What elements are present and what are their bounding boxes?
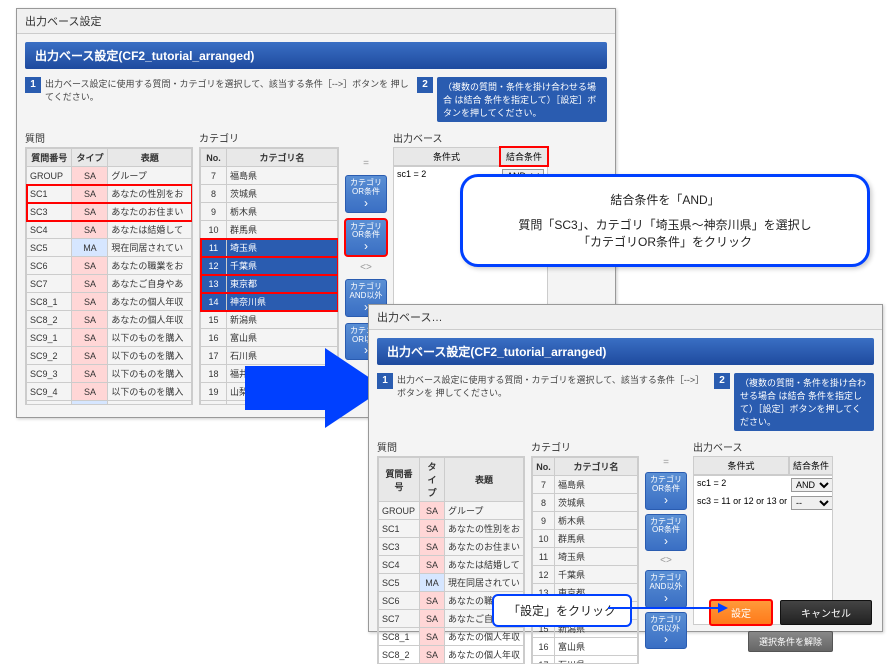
equals-icon: =	[645, 457, 687, 468]
table-row[interactable]: SC8_2SAあなたの個人年収	[379, 646, 524, 664]
table-row[interactable]: 8茨城県	[533, 494, 638, 512]
table-row[interactable]: GROUPSAグループ	[379, 502, 524, 520]
table-row[interactable]: SC5MA現在同居されてい	[379, 574, 524, 592]
table-row[interactable]: 8茨城県	[201, 185, 338, 203]
window-title-2: 出力ベース…	[369, 305, 882, 330]
join-select[interactable]: --	[791, 496, 832, 510]
action-button-column-2: = カテゴリ OR条件› カテゴリ OR条件› <> カテゴリ AND以外› カ…	[645, 437, 687, 664]
table-row[interactable]: 10群馬県	[533, 530, 638, 548]
step-2-badge: 2	[714, 373, 730, 389]
table-row[interactable]: 9栃木県	[201, 203, 338, 221]
window-title: 出力ベース設定	[17, 9, 615, 34]
table-row[interactable]: SC9_2SA以下のものを購入	[27, 347, 192, 365]
dialog-header-2: 出力ベース設定(CF2_tutorial_arranged)	[377, 338, 874, 365]
table-row[interactable]: SC3SAあなたのお住まい	[379, 538, 524, 556]
annotation-callout-1: 結合条件を「AND」 質問「SC3」、カテゴリ「埼玉県～神奈川県」を選択し 「カ…	[460, 174, 870, 267]
step-1-badge: 1	[377, 373, 393, 389]
cancel-button[interactable]: キャンセル	[780, 600, 872, 625]
not-equals-icon: <>	[645, 555, 687, 566]
table-row[interactable]: GROUPSAグループ	[27, 167, 192, 185]
not-equals-icon: <>	[345, 262, 387, 273]
callout-arrow-icon	[608, 600, 728, 620]
category-or-button[interactable]: カテゴリ OR条件›	[645, 472, 687, 510]
instruction-2: （複数の質問・条件を掛け合わせる場合 は結合 条件を指定して）［設定］ボタンを押…	[437, 77, 607, 122]
equals-icon: =	[345, 158, 387, 169]
table-row[interactable]: SC1SAあなたの性別をお	[27, 185, 192, 203]
table-row[interactable]: 17石川県	[533, 656, 638, 664]
clear-conditions-button[interactable]: 選択条件を解除	[748, 631, 833, 652]
question-table-2[interactable]: 質問番号タイプ表題 GROUPSAグループSC1SAあなたの性別をおSC3SAあ…	[378, 457, 524, 664]
question-table[interactable]: 質問番号タイプ表題 GROUPSAグループSC1SAあなたの性別をおSC3SAあ…	[26, 148, 192, 405]
output-base-label: 出力ベース	[393, 130, 548, 145]
table-row[interactable]: SC6SAあなたの職業をお	[27, 257, 192, 275]
table-row[interactable]: SC4SAあなたは結婚して	[379, 556, 524, 574]
table-row[interactable]: 10群馬県	[201, 221, 338, 239]
table-row[interactable]: 11埼玉県	[533, 548, 638, 566]
table-row[interactable]: 12千葉県	[201, 257, 338, 275]
table-row[interactable]: SC5MA現在同居されてい	[27, 239, 192, 257]
category-table-2[interactable]: No.カテゴリ名 7福島県8茨城県9栃木県10群馬県11埼玉県12千葉県13東京…	[532, 457, 638, 664]
table-row[interactable]: 13東京都	[201, 275, 338, 293]
table-row[interactable]: 11埼玉県	[201, 239, 338, 257]
table-row[interactable]: SC8_1SAあなたの個人年収	[379, 628, 524, 646]
big-arrow-icon	[245, 348, 385, 428]
table-row[interactable]: 9栃木県	[533, 512, 638, 530]
table-row[interactable]: SC3SAあなたのお住まい	[27, 203, 192, 221]
instruction-1: 出力ベース設定に使用する質問・カテゴリを選択して、該当する条件［-->］ボタンを…	[45, 77, 411, 122]
instruction-2b: （複数の質問・条件を掛け合わせる場合 は結合 条件を指定して）［設定］ボタンを押…	[734, 373, 874, 431]
category-label: カテゴリ	[531, 439, 639, 454]
dialog-output-base-2: 出力ベース… 出力ベース設定(CF2_tutorial_arranged) 1出…	[368, 304, 883, 632]
question-label: 質問	[377, 439, 525, 454]
step-2-badge: 2	[417, 77, 433, 93]
dialog-header: 出力ベース設定(CF2_tutorial_arranged)	[25, 42, 607, 69]
instruction-1b: 出力ベース設定に使用する質問・カテゴリを選択して、該当する条件［-->］ボタンを…	[397, 373, 708, 431]
join-select[interactable]: AND	[791, 478, 832, 492]
step-1-badge: 1	[25, 77, 41, 93]
output-base-label: 出力ベース	[693, 439, 833, 454]
category-or-button[interactable]: カテゴリ OR条件›	[645, 514, 687, 552]
col-condition: 条件式	[393, 147, 500, 166]
table-row[interactable]: 7福島県	[533, 476, 638, 494]
category-or-button-2[interactable]: カテゴリ OR条件›	[345, 219, 387, 257]
col-join-condition: 結合条件	[500, 147, 548, 166]
table-row[interactable]: SC1SAあなたの性別をお	[379, 520, 524, 538]
table-row[interactable]: SC9_1SA以下のものを購入	[27, 329, 192, 347]
table-row[interactable]: 14神奈川県	[201, 293, 338, 311]
chevron-right-icon: ›	[348, 240, 384, 252]
table-row[interactable]: 7福島県	[201, 167, 338, 185]
category-or-button-1[interactable]: カテゴリ OR条件›	[345, 175, 387, 213]
table-row[interactable]: Q1MA下記におけるブラ	[27, 401, 192, 406]
question-label: 質問	[25, 130, 193, 145]
table-row[interactable]: 16富山県	[201, 329, 338, 347]
table-row[interactable]: 15新潟県	[201, 311, 338, 329]
table-row[interactable]: SC8_2SAあなたの個人年収	[27, 311, 192, 329]
table-row[interactable]: SC7SAあなたご自身やあ	[27, 275, 192, 293]
table-row[interactable]: SC9_4SA以下のものを購入	[27, 383, 192, 401]
chevron-right-icon: ›	[348, 197, 384, 209]
category-label: カテゴリ	[199, 130, 339, 145]
table-row[interactable]: 12千葉県	[533, 566, 638, 584]
table-row[interactable]: 16富山県	[533, 638, 638, 656]
table-row[interactable]: SC4SAあなたは結婚して	[27, 221, 192, 239]
table-row[interactable]: SC9_3SA以下のものを購入	[27, 365, 192, 383]
table-row[interactable]: SC8_1SAあなたの個人年収	[27, 293, 192, 311]
